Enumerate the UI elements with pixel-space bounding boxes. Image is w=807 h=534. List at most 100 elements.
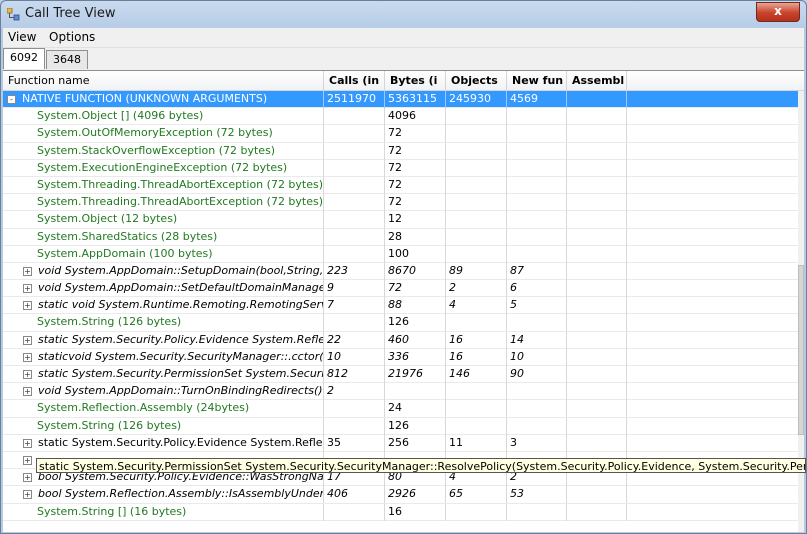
value-cell-bytes: 126	[385, 314, 446, 332]
function-name-cell: System.String (126 bytes)	[3, 417, 324, 435]
value-cell-assembly	[567, 228, 627, 246]
function-name: System.ExecutionEngineException (72 byte…	[37, 160, 288, 174]
table-row[interactable]: System.Object (12 bytes) 12	[3, 211, 798, 229]
value-cell-assembly	[567, 262, 627, 280]
value-cell-objects	[446, 108, 507, 126]
table-row[interactable]: System.Threading.ThreadAbortException (7…	[3, 194, 798, 212]
value-cell-objects	[446, 417, 507, 435]
function-name-cell: System.OutOfMemoryException (72 bytes)	[3, 125, 324, 143]
value-cell-assembly	[567, 331, 627, 349]
column-header-objects[interactable]: Objects	[446, 71, 507, 90]
value-cell-bytes: 28	[385, 228, 446, 246]
window-title: Call Tree View	[25, 6, 116, 21]
table-row[interactable]: + bool System.Reflection.Assembly::IsAsse…	[3, 486, 798, 504]
value-cell-newfun	[507, 194, 567, 212]
table-row[interactable]: + static System.Security.Policy.Evidence …	[3, 331, 798, 349]
expand-icon[interactable]: +	[23, 335, 32, 345]
value-cell-bytes: 72	[385, 159, 446, 177]
value-cell-newfun	[507, 417, 567, 435]
function-name: void System.AppDomain::SetDefaultDomainM…	[38, 281, 324, 295]
value-cell-calls	[324, 211, 385, 229]
table-row[interactable]: System.Reflection.Assembly (24bytes) 24	[3, 400, 798, 418]
expand-icon[interactable]: +	[23, 301, 32, 311]
expand-icon[interactable]: +	[23, 266, 32, 276]
expand-icon[interactable]: +	[23, 438, 32, 448]
value-cell-calls	[324, 400, 385, 418]
value-cell-calls	[324, 142, 385, 160]
value-cell-assembly	[567, 434, 627, 452]
value-cell-bytes: 72	[385, 176, 446, 194]
value-cell-objects	[446, 142, 507, 160]
table-row[interactable]: System.String [] (16 bytes) 16	[3, 503, 798, 521]
function-name-cell: System.Object (12 bytes)	[3, 211, 324, 229]
function-name-cell: + static System.Security.Policy.Evidence …	[3, 434, 324, 452]
close-button[interactable]: x	[756, 2, 800, 22]
expand-icon[interactable]: +	[23, 490, 32, 500]
column-header-calls[interactable]: Calls (in	[324, 71, 385, 90]
table-row[interactable]: System.Object [] (4096 bytes) 4096	[3, 108, 798, 126]
table-row[interactable]: + static void System.Runtime.Remoting.Rem…	[3, 297, 798, 315]
expand-icon[interactable]: +	[23, 370, 32, 379]
expand-icon[interactable]: +	[23, 387, 32, 397]
function-name-cell: System.SharedStatics (28 bytes)	[3, 228, 324, 246]
menu-bar: View Options	[3, 28, 804, 48]
table-row[interactable]: + staticvoid System.Security.SecurityMana…	[3, 348, 798, 366]
value-cell-bytes: 21976	[385, 366, 446, 383]
column-header-new-functions[interactable]: New fun	[507, 71, 567, 90]
value-cell-objects: 4	[446, 297, 507, 315]
table-row[interactable]: - NATIVE FUNCTION (UNKNOWN ARGUMENTS) 2511…	[3, 91, 798, 109]
function-name: System.String [] (16 bytes)	[37, 504, 187, 518]
table-row[interactable]: + void System.AppDomain::SetDefaultDomain…	[3, 280, 798, 298]
value-cell-assembly	[567, 417, 627, 435]
menu-view[interactable]: View	[8, 30, 36, 44]
table-row[interactable]: System.StackOverflowException (72 bytes)…	[3, 142, 798, 160]
table-row[interactable]: System.Threading.ThreadAbortException (7…	[3, 176, 798, 195]
table-row[interactable]: System.AppDomain (100 bytes) 100	[3, 245, 798, 263]
value-cell-calls: 812	[324, 366, 385, 383]
table-row[interactable]: + static System.Security.PermissionSet Sy…	[3, 366, 798, 384]
column-header-bytes[interactable]: Bytes (i	[385, 71, 446, 90]
value-cell-newfun	[507, 400, 567, 418]
column-header-assembly[interactable]: Assembl	[567, 71, 627, 90]
value-cell-bytes: 256	[385, 434, 446, 452]
function-name: NATIVE FUNCTION (UNKNOWN ARGUMENTS)	[22, 92, 268, 105]
expand-icon[interactable]: +	[23, 473, 32, 483]
column-header-function-name[interactable]: Function name	[3, 71, 324, 90]
value-cell-calls: 7	[324, 297, 385, 315]
value-cell-assembly	[567, 142, 627, 160]
table-row[interactable]: + void System.AppDomain::TurnOnBindingRed…	[3, 383, 798, 401]
value-cell-bytes	[385, 383, 446, 401]
value-cell-bytes: 336	[385, 348, 446, 366]
table-row[interactable]: System.ExecutionEngineException (72 byte…	[3, 159, 798, 177]
expand-icon[interactable]: +	[23, 284, 32, 294]
table-row[interactable]: System.String (126 bytes) 126	[3, 417, 798, 435]
collapse-icon[interactable]: -	[7, 95, 16, 104]
value-cell-newfun: 4569	[507, 91, 567, 108]
value-cell-objects	[446, 245, 507, 263]
table-row[interactable]: + void System.AppDomain::SetupDomain(bool…	[3, 262, 798, 281]
value-cell-newfun	[507, 176, 567, 194]
value-cell-assembly	[567, 91, 627, 108]
expand-icon[interactable]: +	[23, 455, 32, 465]
tab-6092[interactable]: 6092	[3, 48, 45, 69]
value-cell-newfun	[507, 125, 567, 143]
table-row[interactable]: System.SharedStatics (28 bytes) 28	[3, 228, 798, 246]
value-cell-newfun	[507, 245, 567, 263]
value-cell-bytes: 8670	[385, 262, 446, 280]
table-row[interactable]: System.String (126 bytes) 126	[3, 314, 798, 332]
function-name-cell: + void System.AppDomain::SetDefaultDomain…	[3, 280, 324, 298]
value-cell-objects	[446, 211, 507, 229]
menu-options[interactable]: Options	[49, 30, 95, 44]
value-cell-newfun	[507, 228, 567, 246]
title-bar[interactable]: Call Tree View x	[1, 1, 806, 27]
tab-3648[interactable]: 3648	[46, 50, 88, 69]
value-cell-objects: 146	[446, 366, 507, 383]
value-cell-objects: 16	[446, 331, 507, 349]
expand-icon[interactable]: +	[23, 352, 32, 362]
function-name: static System.Security.Policy.Evidence S…	[38, 332, 324, 346]
table-row[interactable]: System.OutOfMemoryException (72 bytes) 72	[3, 125, 798, 143]
table-row[interactable]: + static System.Security.Policy.Evidence …	[3, 434, 798, 452]
function-name: System.Object [] (4096 bytes)	[37, 109, 204, 123]
value-cell-bytes: 16	[385, 503, 446, 521]
scrollbar-thumb[interactable]	[798, 265, 804, 435]
